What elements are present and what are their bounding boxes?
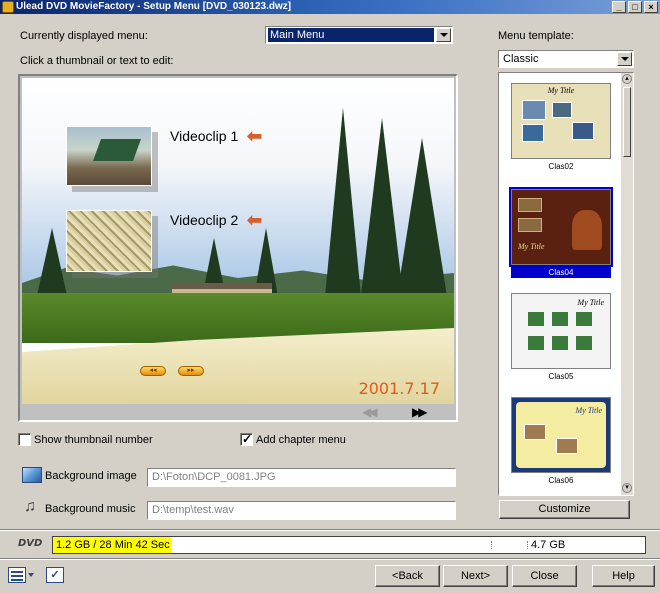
menu-preview: Videoclip 1 ⬅ Videoclip 2 ⬅ ◂◂ ▸▸ 2001.7… <box>18 74 458 422</box>
customize-button[interactable]: Customize <box>499 500 630 519</box>
check-icon[interactable]: ✓ <box>46 567 64 583</box>
title-bar: Ulead DVD MovieFactory - Setup Menu [DVD… <box>0 0 660 14</box>
list-settings-icon[interactable] <box>8 567 26 583</box>
menu-prev-button[interactable]: ◂◂ <box>140 366 166 376</box>
template-title-text: My Title <box>547 86 575 95</box>
add-chapter-menu-label: Add chapter menu <box>256 433 346 446</box>
template-category-value: Classic <box>503 53 539 65</box>
background-music-path[interactable]: D:\temp\test.wav <box>147 501 456 520</box>
disc-used-fill: 1.2 GB / 28 Min 42 Sec <box>53 537 171 553</box>
template-clas04[interactable]: My Title <box>509 187 613 267</box>
close-window-button[interactable]: × <box>644 1 658 13</box>
disc-capacity: 4.7 GB <box>531 539 566 551</box>
template-clas05[interactable]: My Title <box>511 293 611 369</box>
template-title-text: My Title <box>577 298 604 307</box>
image-icon <box>22 467 42 483</box>
template-scrollbar[interactable]: ▴ ▾ <box>621 73 633 495</box>
template-title-text: My Title <box>518 242 545 251</box>
instruction-text: Click a thumbnail or text to edit: <box>20 55 174 67</box>
disc-usage-bar: 1.2 GB / 28 Min 42 Sec 4.7 GB <box>52 536 646 554</box>
template-name: Clas05 <box>548 372 574 381</box>
template-name: Clas04 <box>511 267 611 278</box>
maximize-button[interactable]: □ <box>628 1 642 13</box>
displayed-menu-value: Main Menu <box>268 28 434 42</box>
scroll-up-icon[interactable]: ▴ <box>622 74 632 84</box>
chevron-down-icon[interactable] <box>617 52 632 66</box>
menu-next-button[interactable]: ▸▸ <box>178 366 204 376</box>
checkbox-box[interactable] <box>18 433 31 446</box>
template-category-select[interactable]: Classic <box>498 50 634 68</box>
preview-background-image[interactable]: Videoclip 1 ⬅ Videoclip 2 ⬅ ◂◂ ▸▸ 2001.7… <box>22 78 454 404</box>
template-name: Clas06 <box>548 476 574 485</box>
page-prev-icon[interactable]: ◀◀ <box>362 406 378 418</box>
chevron-down-icon[interactable] <box>28 573 34 577</box>
show-thumbnail-number-checkbox[interactable]: Show thumbnail number <box>18 433 153 446</box>
scrollbar-thumb[interactable] <box>623 87 631 157</box>
background-image-path[interactable]: D:\Foton\DCP_0081.JPG <box>147 468 456 487</box>
displayed-menu-select[interactable]: Main Menu <box>265 26 453 44</box>
menu-template-label: Menu template: <box>498 30 574 42</box>
template-title-text: My Title <box>575 406 602 415</box>
displayed-menu-label: Currently displayed menu: <box>20 30 148 42</box>
thumbnail-videoclip-1[interactable] <box>66 126 152 186</box>
help-button[interactable]: Help <box>592 565 655 587</box>
minimize-button[interactable]: _ <box>612 1 626 13</box>
caption-videoclip-1[interactable]: Videoclip 1 <box>170 128 238 144</box>
app-icon <box>2 1 14 13</box>
scroll-down-icon[interactable]: ▾ <box>622 483 632 493</box>
close-button[interactable]: Close <box>512 565 577 587</box>
show-thumbnail-number-label: Show thumbnail number <box>34 433 153 446</box>
back-button[interactable]: <Back <box>375 565 440 587</box>
background-music-label: Background music <box>45 503 136 515</box>
caption-videoclip-2[interactable]: Videoclip 2 <box>170 212 238 228</box>
music-note-icon: ♫ <box>24 498 36 515</box>
pointer-arrow-icon: ⬅ <box>247 126 263 146</box>
window-title: Ulead DVD MovieFactory - Setup Menu [DVD… <box>16 1 292 12</box>
checkbox-box[interactable] <box>240 432 253 446</box>
disc-type-label: DVD <box>18 538 43 549</box>
date-stamp: 2001.7.17 <box>358 379 440 398</box>
window-controls: _ □ × <box>612 1 658 13</box>
template-name: Clas02 <box>548 162 574 171</box>
thumbnail-videoclip-2[interactable] <box>66 210 152 272</box>
page-next-icon[interactable]: ▶▶ <box>412 406 428 418</box>
background-image-label: Background image <box>45 470 137 482</box>
pointer-arrow-icon: ⬅ <box>247 210 263 230</box>
preview-page-bar: ◀◀ ▶▶ <box>22 404 454 420</box>
template-clas02[interactable]: My Title <box>511 83 611 159</box>
next-button[interactable]: Next> <box>443 565 508 587</box>
add-chapter-menu-checkbox[interactable]: Add chapter menu <box>240 432 346 446</box>
template-list: My Title Clas02 My Title Clas04 My Title… <box>498 72 634 496</box>
chevron-down-icon[interactable] <box>436 28 451 42</box>
template-clas06[interactable]: My Title <box>511 397 611 473</box>
